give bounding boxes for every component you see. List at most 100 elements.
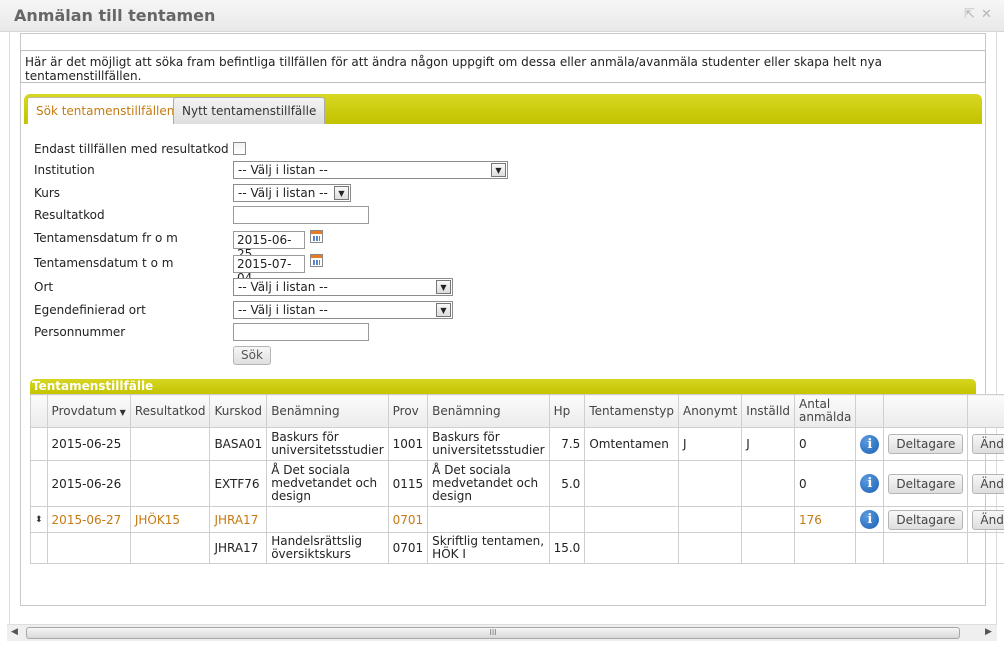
horizontal-scrollbar[interactable]: ◀ III ▶ bbox=[7, 624, 997, 641]
chevron-down-icon: ▼ bbox=[436, 280, 451, 294]
info-icon[interactable]: i bbox=[860, 434, 880, 454]
scroll-left-icon[interactable]: ◀ bbox=[11, 627, 18, 637]
kurs-select-value: -- Välj i listan -- bbox=[238, 186, 328, 200]
col-prov-benamning[interactable]: Benämning bbox=[427, 394, 550, 428]
cell-tentamenstyp bbox=[584, 506, 680, 533]
cell-provdatum: 2015-06-25 bbox=[46, 427, 131, 461]
scroll-right-icon[interactable]: ▶ bbox=[985, 627, 992, 637]
close-icon[interactable]: ✕ bbox=[981, 8, 992, 22]
grid-header-row: Provdatum ▼ Resultatkod Kurskod Benämning… bbox=[30, 394, 1004, 428]
cell-deltagare: Deltagare bbox=[883, 427, 969, 461]
cell-antal: 176 bbox=[794, 506, 857, 533]
cell-prov-benamning bbox=[427, 506, 550, 533]
col-provdatum[interactable]: Provdatum ▼ bbox=[46, 394, 131, 428]
search-button[interactable]: Sök bbox=[233, 346, 271, 365]
institution-label: Institution bbox=[34, 163, 95, 177]
col-anonymt[interactable]: Anonymt bbox=[678, 394, 743, 428]
egen-ort-label: Egendefinierad ort bbox=[34, 303, 146, 317]
table-row[interactable]: JHRA17 Handelsrättslig översiktskurs 070… bbox=[30, 532, 1004, 564]
col-tentamenstyp[interactable]: Tentamenstyp bbox=[584, 394, 680, 428]
col-expander bbox=[30, 394, 48, 428]
chevron-down-icon: ▼ bbox=[491, 163, 506, 177]
sort-down-icon: ▼ bbox=[119, 408, 126, 417]
table-row[interactable]: 2015-06-26 EXTF76 Å Det sociala medvetan… bbox=[30, 460, 1004, 507]
personnummer-input[interactable] bbox=[233, 323, 369, 341]
col-installd[interactable]: Inställd bbox=[741, 394, 796, 428]
egen-ort-select[interactable]: -- Välj i listan -- ▼ bbox=[233, 301, 453, 319]
cell-provdatum: 2015-06-27 bbox=[46, 506, 131, 533]
info-message: Här är det möjligt att söka fram befintl… bbox=[20, 50, 986, 83]
col-resultatkod[interactable]: Resultatkod bbox=[129, 394, 211, 428]
ort-label: Ort bbox=[34, 280, 54, 294]
row-expander bbox=[30, 532, 48, 564]
cell-resultatkod: JHÖK15 bbox=[129, 506, 211, 533]
col-benamning[interactable]: Benämning bbox=[266, 394, 389, 428]
cell-provdatum: 2015-06-26 bbox=[46, 460, 131, 507]
resultatkod-input[interactable] bbox=[233, 206, 369, 224]
cell-info: i bbox=[855, 460, 885, 507]
cell-andra: Ändr bbox=[967, 460, 1004, 507]
resultatkod-label: Resultatkod bbox=[34, 208, 105, 222]
cell-kurskod: JHRA17 bbox=[209, 532, 268, 564]
tab-search-exams[interactable]: Sök tentamenstillfällen bbox=[27, 97, 184, 124]
cell-installd bbox=[741, 460, 796, 507]
chevron-down-icon: ▼ bbox=[334, 186, 349, 200]
cell-benamning: Handelsrättslig översiktskurs bbox=[266, 532, 389, 564]
ort-select[interactable]: -- Välj i listan -- ▼ bbox=[233, 278, 453, 296]
info-icon[interactable]: i bbox=[860, 510, 880, 529]
col-deltagare bbox=[883, 394, 969, 428]
scrollbar-thumb[interactable]: III bbox=[26, 627, 960, 639]
expand-toggle-icon[interactable]: ⬍ bbox=[35, 515, 43, 525]
row-expander bbox=[30, 427, 48, 461]
cell-hp: 7.5 bbox=[548, 427, 586, 461]
table-row[interactable]: ⬍ 2015-06-27 JHÖK15 JHRA17 0701 176 i De… bbox=[30, 506, 1004, 533]
maximize-icon[interactable]: ⇱ bbox=[964, 8, 975, 22]
cell-info bbox=[855, 532, 885, 564]
cell-kurskod: BASA01 bbox=[209, 427, 268, 461]
info-icon[interactable]: i bbox=[860, 474, 880, 493]
window-title: Anmälan till tentamen bbox=[14, 6, 216, 25]
cell-kurskod: JHRA17 bbox=[209, 506, 268, 533]
cell-resultatkod bbox=[129, 532, 211, 564]
window-titlebar: Anmälan till tentamen ⇱ ✕ bbox=[0, 0, 1004, 32]
exam-grid: Provdatum ▼ Resultatkod Kurskod Benämning… bbox=[30, 394, 1004, 564]
date-from-input[interactable]: 2015-06-25 bbox=[233, 231, 305, 261]
col-kurskod[interactable]: Kurskod bbox=[209, 394, 268, 428]
cell-installd bbox=[741, 506, 796, 533]
cell-resultatkod bbox=[129, 460, 211, 507]
cell-deltagare: Deltagare bbox=[883, 460, 969, 507]
cell-tentamenstyp bbox=[584, 460, 680, 507]
cell-tentamenstyp bbox=[584, 532, 680, 564]
participants-button[interactable]: Deltagare bbox=[888, 509, 964, 530]
cell-resultatkod bbox=[129, 427, 211, 461]
date-to-input[interactable]: 2015-07-04 bbox=[233, 255, 305, 285]
col-prov[interactable]: Prov bbox=[387, 394, 429, 428]
edit-button[interactable]: Ändr bbox=[972, 509, 1004, 530]
col-hp[interactable]: Hp bbox=[548, 394, 586, 428]
cell-anonymt bbox=[678, 506, 743, 533]
participants-button[interactable]: Deltagare bbox=[888, 434, 964, 454]
cell-benamning bbox=[266, 506, 389, 533]
edit-button[interactable]: Ändr bbox=[972, 434, 1004, 454]
cell-anonymt bbox=[678, 532, 743, 564]
tab-new-exam[interactable]: Nytt tentamenstillfälle bbox=[173, 97, 326, 124]
kurs-select[interactable]: -- Välj i listan -- ▼ bbox=[233, 184, 351, 202]
grid-title: Tentamenstillfälle bbox=[30, 379, 976, 394]
cell-prov-benamning: Skriftlig tentamen, HÖK I bbox=[427, 532, 550, 564]
date-from-label: Tentamensdatum fr o m bbox=[34, 231, 178, 245]
cell-info: i bbox=[855, 427, 885, 461]
personnummer-label: Personnummer bbox=[34, 325, 126, 339]
row-expander[interactable]: ⬍ bbox=[30, 506, 48, 533]
date-to-label: Tentamensdatum t o m bbox=[34, 256, 174, 270]
calendar-icon[interactable] bbox=[310, 230, 323, 243]
edit-button[interactable]: Ändr bbox=[972, 473, 1004, 494]
cell-andra: Ändr bbox=[967, 506, 1004, 533]
table-row[interactable]: 2015-06-25 BASA01 Baskurs för universite… bbox=[30, 427, 1004, 461]
institution-select[interactable]: -- Välj i listan -- ▼ bbox=[233, 161, 508, 179]
row-expander bbox=[30, 460, 48, 507]
calendar-icon[interactable] bbox=[310, 254, 323, 267]
participants-button[interactable]: Deltagare bbox=[888, 473, 964, 494]
col-antal-anmalda[interactable]: Antal anmälda bbox=[794, 394, 857, 428]
institution-select-value: -- Välj i listan -- bbox=[238, 163, 328, 177]
only-result-code-checkbox[interactable] bbox=[233, 142, 246, 155]
